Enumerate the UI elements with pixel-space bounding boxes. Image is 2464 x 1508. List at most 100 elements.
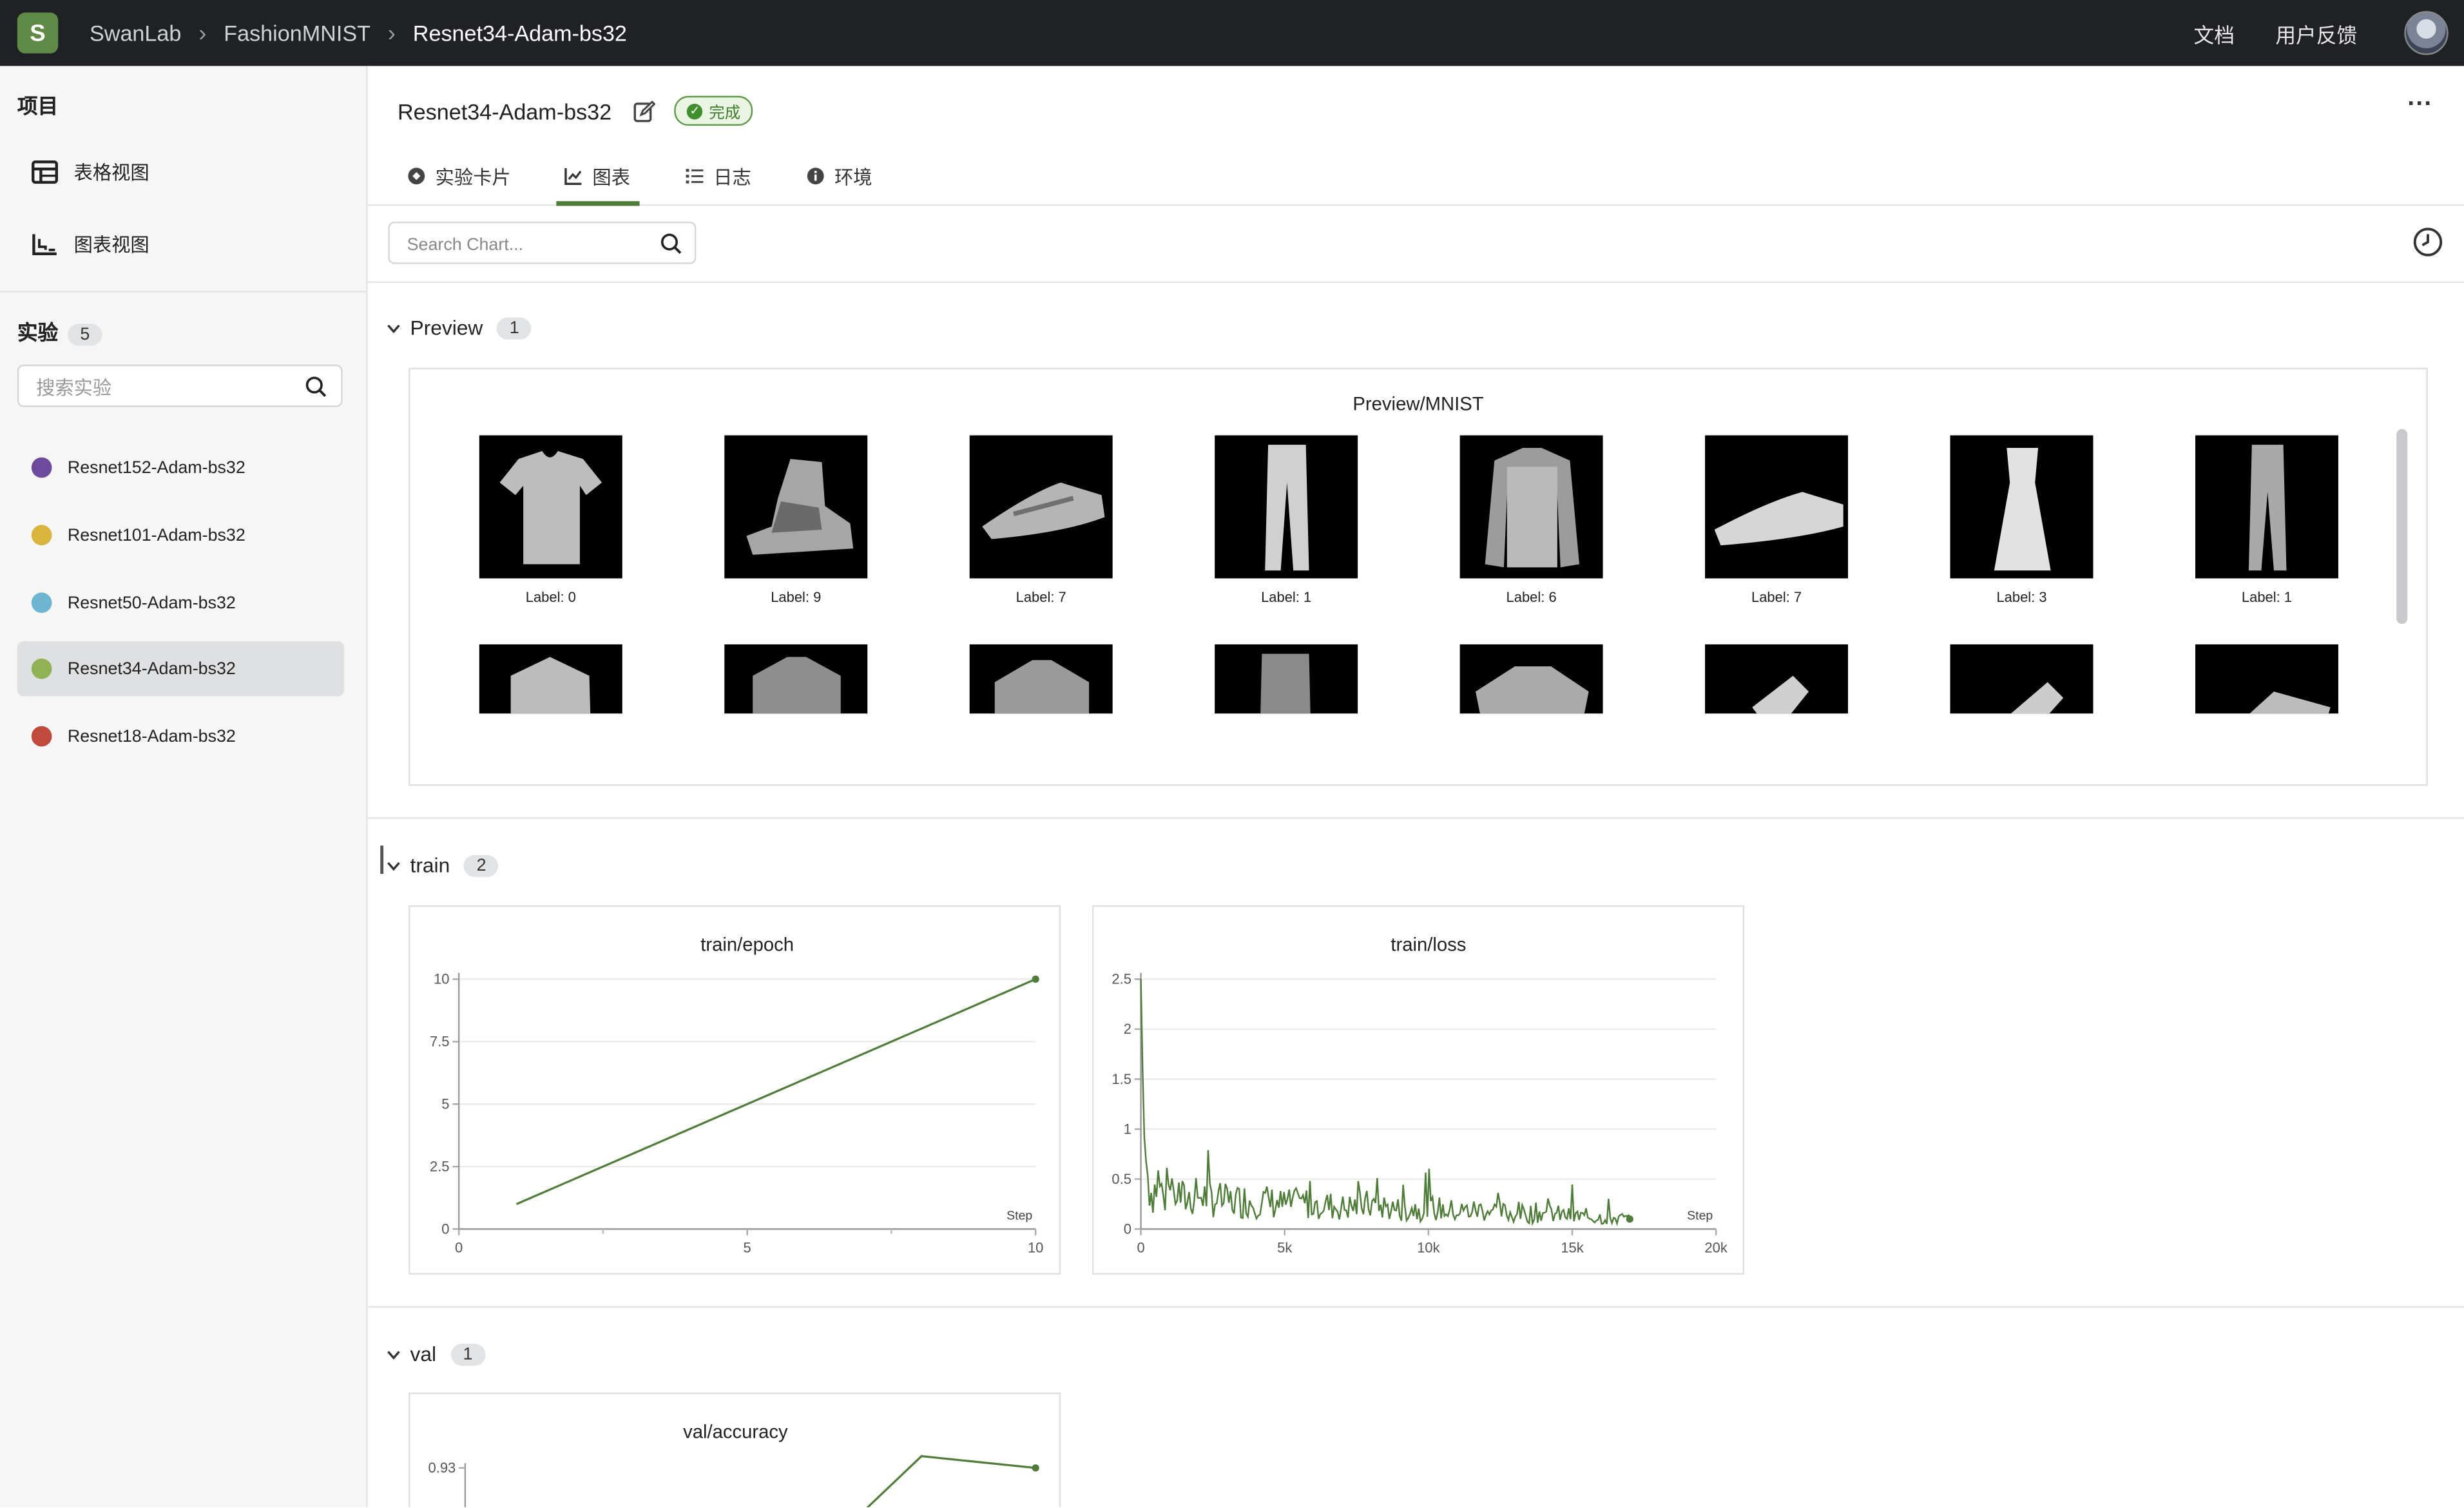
history-clock-icon[interactable] xyxy=(2412,226,2444,258)
data-point xyxy=(1032,1464,1039,1472)
experiment-item-resnet50[interactable]: Resnet50-Adam-bs32 xyxy=(17,575,344,630)
chevron-down-icon xyxy=(387,861,400,870)
scrollbar[interactable] xyxy=(2396,429,2408,624)
x-tick-label: 0 xyxy=(1137,1240,1144,1256)
preview-image[interactable] xyxy=(1215,644,1358,714)
nav-table-view[interactable]: 表格视图 xyxy=(32,155,149,187)
y-tick-label: 0.5 xyxy=(1112,1171,1131,1187)
section-count-badge: 2 xyxy=(464,854,499,876)
preview-image[interactable] xyxy=(1215,435,1358,579)
y-tick-label: 1.5 xyxy=(1112,1071,1131,1087)
y-tick-label: 10 xyxy=(434,971,449,987)
experiment-name: Resnet34-Adam-bs32 xyxy=(67,659,236,679)
experiment-color-dot xyxy=(31,726,52,747)
tab-label: 日志 xyxy=(713,166,751,188)
app-root: S SwanLab › FashionMNIST › Resnet34-Adam… xyxy=(0,0,2464,1507)
edit-icon[interactable] xyxy=(633,99,656,122)
experiment-search xyxy=(17,364,343,409)
chevron-right-icon: › xyxy=(198,19,207,46)
chart-panel-train-epoch[interactable]: train/epoch 0 2.5 5 7.5 10 0 5 10 Step xyxy=(409,905,1061,1275)
clothing-image-icon xyxy=(982,482,1105,539)
y-tick-label: 2 xyxy=(1124,1021,1131,1037)
text-cursor xyxy=(380,846,384,874)
avatar[interactable] xyxy=(2404,11,2449,55)
chart-toolbar xyxy=(367,206,2464,283)
section-count-badge: 1 xyxy=(450,1342,485,1366)
experiment-name: Resnet101-Adam-bs32 xyxy=(67,525,245,545)
breadcrumb-swanlab[interactable]: SwanLab xyxy=(90,21,181,46)
clothing-image-icon xyxy=(1260,653,1311,714)
preview-image[interactable] xyxy=(1459,644,1603,714)
train-loss-chart: train/loss 0 0.5 1 1.5 2 2.5 0 5k 10k 15k 20k Step xyxy=(1112,934,1727,1256)
preview-image-label: Label: 7 xyxy=(1015,589,1066,605)
preview-image[interactable] xyxy=(1459,435,1603,579)
preview-image[interactable] xyxy=(479,644,622,714)
table-icon xyxy=(32,159,58,183)
experiment-color-dot xyxy=(31,592,52,614)
experiment-item-resnet18[interactable]: Resnet18-Adam-bs32 xyxy=(17,709,344,764)
chart-search-input[interactable] xyxy=(403,223,662,266)
preview-image[interactable] xyxy=(969,644,1113,714)
series-line-train-epoch xyxy=(516,978,1036,1205)
preview-image[interactable] xyxy=(724,435,868,579)
search-icon[interactable] xyxy=(305,376,327,398)
preview-image[interactable] xyxy=(1950,435,2093,579)
experiment-name: Resnet50-Adam-bs32 xyxy=(67,593,236,612)
experiments-heading: 实验 5 xyxy=(17,316,102,346)
line-chart-icon xyxy=(564,168,582,186)
experiment-name: Resnet152-Adam-bs32 xyxy=(67,458,245,478)
preview-panel: Preview/MNIST Label: 0 Label: 9 Label: 7 La… xyxy=(409,367,2428,786)
panel-title: Preview/MNIST xyxy=(1352,392,1484,415)
breadcrumb-project[interactable]: FashionMNIST xyxy=(224,21,371,46)
list-icon xyxy=(686,169,704,184)
preview-image[interactable] xyxy=(1950,644,2093,714)
preview-image[interactable] xyxy=(479,435,622,579)
experiment-search-input[interactable] xyxy=(33,366,307,409)
y-tick-label: 1 xyxy=(1124,1121,1131,1137)
tab-logs[interactable]: 日志 xyxy=(685,160,751,192)
chart-panel-train-loss[interactable]: train/loss 0 0.5 1 1.5 2 2.5 0 5k 10k 15k 20k Step xyxy=(1092,905,1745,1275)
section-preview-header[interactable]: Preview 1 xyxy=(387,316,532,340)
chevron-down-icon xyxy=(387,324,400,333)
x-axis-label: Step xyxy=(1687,1209,1713,1223)
experiment-name: Resnet18-Adam-bs32 xyxy=(67,726,236,746)
chart-title: val/accuracy xyxy=(683,1422,788,1443)
preview-image[interactable] xyxy=(1705,644,1849,714)
info-icon xyxy=(807,168,824,185)
clothing-image-icon xyxy=(994,660,1090,714)
clothing-image-icon xyxy=(1265,445,1309,571)
status-label: 完成 xyxy=(709,105,741,123)
data-point xyxy=(1626,1215,1633,1223)
preview-image-label: Label: 1 xyxy=(2241,589,2293,605)
feedback-link[interactable]: 用户反馈 xyxy=(2275,18,2357,48)
preview-image[interactable] xyxy=(1705,435,1849,579)
tab-environment[interactable]: 环境 xyxy=(806,160,872,192)
experiment-item-resnet101[interactable]: Resnet101-Adam-bs32 xyxy=(17,508,344,563)
y-tick-label: 0.93 xyxy=(428,1460,456,1476)
main-content: Resnet34-Adam-bs32 ✓ 完成 ··· 实验卡片 图表 日志 环… xyxy=(367,66,2464,1507)
experiment-color-dot xyxy=(31,457,52,478)
experiment-item-resnet34[interactable]: Resnet34-Adam-bs32 xyxy=(17,641,345,697)
section-val-header[interactable]: val 1 xyxy=(387,1342,485,1366)
sidebar: 项目 表格视图 图表视图 实验 5 Resnet152-Adam-bs32 Res… xyxy=(0,66,368,1507)
tab-charts[interactable]: 图表 xyxy=(564,160,630,192)
preview-image[interactable] xyxy=(2195,644,2338,714)
preview-image[interactable] xyxy=(724,644,868,714)
preview-image[interactable] xyxy=(2195,435,2338,579)
section-train-header[interactable]: train 2 xyxy=(387,853,499,877)
x-axis-label: Step xyxy=(1006,1209,1032,1223)
tab-experiment-card[interactable]: 实验卡片 xyxy=(407,160,511,192)
experiments-count-badge: 5 xyxy=(67,324,102,346)
nav-chart-view[interactable]: 图表视图 xyxy=(32,228,149,260)
experiment-item-resnet152[interactable]: Resnet152-Adam-bs32 xyxy=(17,440,344,495)
experiments-title: 实验 xyxy=(17,320,59,345)
series-line-val-accuracy xyxy=(866,1455,1036,1507)
clothing-image-icon xyxy=(499,450,602,565)
swanlab-logo-icon[interactable]: S xyxy=(17,12,59,53)
search-icon[interactable] xyxy=(660,233,682,255)
more-menu-icon[interactable]: ··· xyxy=(2407,91,2432,119)
preview-image[interactable] xyxy=(969,435,1113,579)
preview-image-label: Label: 0 xyxy=(525,589,576,605)
docs-link[interactable]: 文档 xyxy=(2193,18,2234,48)
chart-panel-val-accuracy[interactable]: val/accuracy 0.93 xyxy=(409,1392,1061,1507)
